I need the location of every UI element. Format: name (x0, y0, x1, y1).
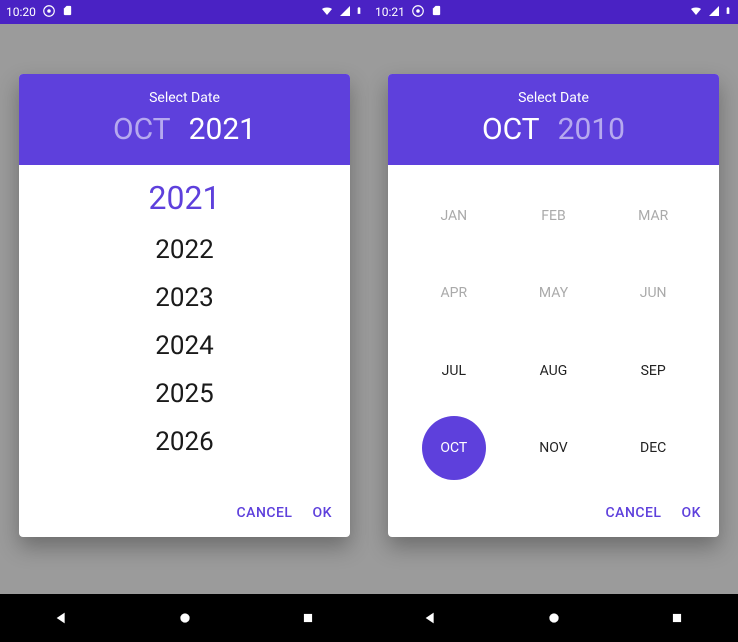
wifi-icon (688, 5, 704, 20)
status-bar: 10:21 (369, 0, 738, 24)
sd-card-icon (431, 4, 442, 20)
battery-icon (355, 4, 363, 20)
date-picker-dialog: Select Date OCT 2021 2021 2022 2023 2024… (19, 74, 350, 537)
notification-dot-icon (42, 4, 56, 21)
month-cell[interactable]: APR (422, 261, 486, 325)
year-list[interactable]: 2021 2022 2023 2024 2025 2026 (19, 165, 350, 491)
back-button[interactable] (422, 609, 440, 627)
ok-button[interactable]: OK (313, 505, 333, 521)
phone-right: 10:21 Select Date OCT 2010 (369, 0, 738, 642)
dialog-title: Select Date (388, 90, 719, 106)
year-item[interactable]: 2024 (155, 331, 213, 361)
dialog-actions: CANCEL OK (388, 491, 719, 537)
dialog-title: Select Date (19, 90, 350, 106)
month-cell[interactable]: DEC (621, 416, 685, 480)
battery-icon (724, 4, 732, 20)
header-month[interactable]: OCT (113, 112, 171, 147)
phone-left: 10:20 Select Date OCT 2021 (0, 0, 369, 642)
nav-bar (0, 594, 369, 642)
signal-icon (338, 5, 352, 20)
month-cell[interactable]: SEP (621, 339, 685, 403)
month-cell[interactable]: MAR (621, 184, 685, 248)
notification-dot-icon (411, 4, 425, 21)
recent-button[interactable] (668, 609, 686, 627)
home-button[interactable] (176, 609, 194, 627)
month-cell[interactable]: AUG (521, 339, 585, 403)
month-cell[interactable]: MAY (521, 261, 585, 325)
month-cell[interactable]: OCT (422, 416, 486, 480)
dialog-header: Select Date OCT 2010 (388, 74, 719, 165)
month-cell[interactable]: NOV (521, 416, 585, 480)
wifi-icon (319, 5, 335, 20)
year-item[interactable]: 2023 (155, 283, 213, 313)
sd-card-icon (62, 4, 73, 20)
header-month[interactable]: OCT (482, 112, 540, 147)
back-button[interactable] (53, 609, 71, 627)
recent-button[interactable] (299, 609, 317, 627)
year-item[interactable]: 2025 (155, 379, 213, 409)
dialog-actions: CANCEL OK (19, 491, 350, 537)
ok-button[interactable]: OK (682, 505, 702, 521)
header-year[interactable]: 2010 (558, 112, 625, 147)
month-grid: JAN FEB MAR APR MAY JUN JUL AUG SEP OCT … (388, 165, 719, 491)
year-item[interactable]: 2026 (155, 427, 213, 457)
month-cell[interactable]: JAN (422, 184, 486, 248)
year-item[interactable]: 2022 (155, 235, 213, 265)
dialog-header: Select Date OCT 2021 (19, 74, 350, 165)
cancel-button[interactable]: CANCEL (237, 505, 293, 521)
date-picker-dialog: Select Date OCT 2010 JAN FEB MAR APR MAY… (388, 74, 719, 537)
clock: 10:21 (375, 5, 405, 19)
month-cell[interactable]: JUL (422, 339, 486, 403)
home-button[interactable] (545, 609, 563, 627)
header-year[interactable]: 2021 (189, 112, 256, 147)
status-bar: 10:20 (0, 0, 369, 24)
month-cell[interactable]: FEB (521, 184, 585, 248)
clock: 10:20 (6, 5, 36, 19)
nav-bar (369, 594, 738, 642)
year-item[interactable]: 2021 (149, 179, 221, 217)
cancel-button[interactable]: CANCEL (606, 505, 662, 521)
signal-icon (707, 5, 721, 20)
month-cell[interactable]: JUN (621, 261, 685, 325)
